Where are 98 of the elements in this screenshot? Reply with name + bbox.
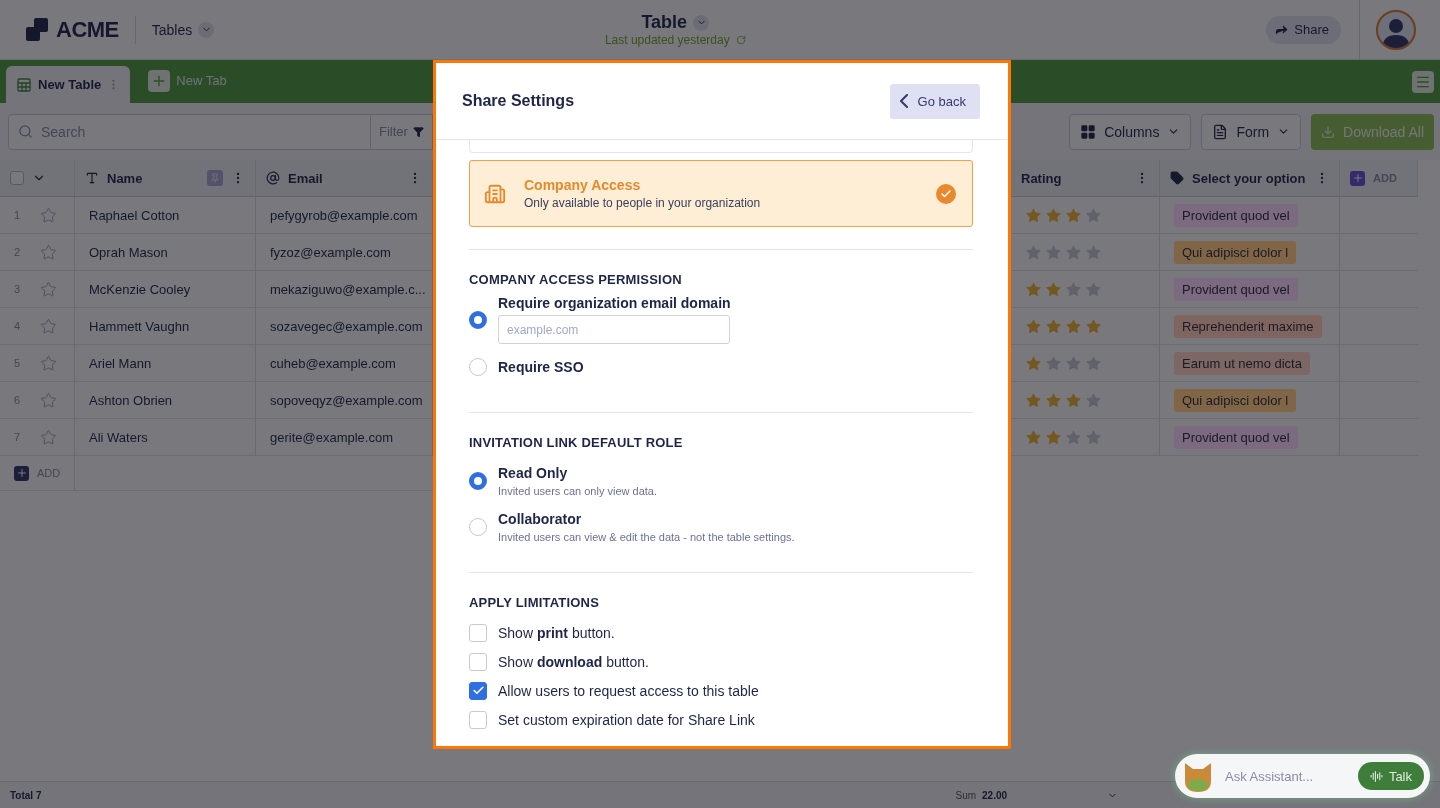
building-icon: [484, 182, 506, 205]
star-rating[interactable]: [1025, 317, 1102, 335]
grid-icon: [16, 76, 32, 93]
go-back-button[interactable]: Go back: [889, 83, 980, 119]
radio-label: Require SSO: [498, 359, 584, 375]
select-all-checkbox[interactable]: [10, 171, 24, 185]
radio-description: Invited users can only view data.: [498, 485, 657, 497]
table-cell: Ali Waters: [75, 419, 256, 456]
sum-label: Sum: [955, 789, 977, 801]
document-icon: [1212, 123, 1229, 140]
toolbar-button[interactable]: Columns: [1069, 113, 1192, 150]
option-card[interactable]: [469, 140, 973, 153]
radio-label: Read Only: [498, 465, 569, 481]
column-header[interactable]: Select your option: [1160, 160, 1340, 197]
radio-description: Invited users can view & edit the data - not the table settings.: [498, 531, 795, 543]
star-rating[interactable]: [1025, 280, 1102, 298]
radio-button[interactable]: [469, 310, 487, 329]
plus-icon: [148, 69, 171, 92]
plus-icon: [14, 465, 29, 481]
table-cell: Ariel Mann: [75, 345, 256, 382]
grid-icon: [1080, 123, 1097, 140]
radio-button[interactable]: [469, 518, 487, 536]
checkbox-label: Show print button.: [498, 624, 615, 641]
star-rating[interactable]: [1025, 391, 1102, 409]
radio-label: Collaborator: [498, 511, 583, 527]
star-rating[interactable]: [1025, 206, 1102, 224]
star-icon[interactable]: [40, 317, 57, 335]
option-description: Only available to people in your organization: [524, 196, 762, 210]
chevron-left-icon: [899, 94, 908, 108]
option-tag: Earum ut nemo dicta: [1174, 351, 1310, 375]
tab[interactable]: New Table: [6, 66, 131, 103]
star-icon[interactable]: [40, 243, 57, 261]
option-tag: Qui adipisci dolor l: [1174, 240, 1297, 264]
star-rating[interactable]: [1025, 243, 1102, 261]
filter-icon: [412, 125, 424, 138]
plus-icon: [1350, 170, 1365, 186]
section-heading: APPLY LIMITATIONS: [469, 595, 601, 610]
section-heading: INVITATION LINK DEFAULT ROLE: [469, 435, 684, 450]
tag-icon: [1170, 171, 1184, 185]
logo-text: ACME: [56, 16, 119, 43]
chevron-down-icon[interactable]: [198, 21, 215, 38]
dialog-title: Share Settings: [462, 92, 575, 110]
talk-button[interactable]: Talk: [1357, 762, 1424, 790]
share-button[interactable]: Share: [1266, 15, 1341, 44]
radio-button[interactable]: [469, 358, 487, 376]
at-sign-icon: [266, 171, 280, 185]
column-header[interactable]: Email: [256, 160, 433, 197]
search-icon: [18, 123, 33, 139]
section-heading: COMPANY ACCESS PERMISSION: [469, 272, 683, 287]
menu-icon[interactable]: [1412, 70, 1434, 93]
option-tag: Provident quod vel: [1174, 425, 1298, 449]
access-option-card[interactable]: Company Access Only available to people in your organization: [469, 160, 973, 227]
chevron-down-icon[interactable]: [693, 14, 710, 31]
option-tag: Reprehenderit maxime: [1174, 314, 1322, 338]
checkbox[interactable]: [469, 652, 487, 671]
star-rating[interactable]: [1025, 354, 1102, 372]
option-tag: Provident quod vel: [1174, 203, 1298, 227]
check-icon: [936, 183, 956, 204]
star-icon[interactable]: [40, 391, 57, 409]
checkbox[interactable]: [469, 710, 487, 729]
avatar[interactable]: [1376, 9, 1416, 50]
star-icon[interactable]: [40, 280, 57, 298]
sum-value: 22.00: [982, 789, 1008, 801]
table-cell: Oprah Mason: [75, 234, 256, 271]
checkbox[interactable]: [469, 681, 487, 700]
option-tag: Provident quod vel: [1174, 277, 1298, 301]
column-header[interactable]: Rating: [1011, 160, 1160, 197]
domain-input-field[interactable]: example.com: [498, 315, 730, 344]
checkbox[interactable]: [469, 623, 487, 642]
audio-lines-icon: [1369, 769, 1383, 783]
star-icon[interactable]: [40, 206, 57, 224]
download-icon: [1321, 124, 1336, 139]
star-icon[interactable]: [40, 354, 57, 372]
refresh-icon[interactable]: [735, 35, 746, 45]
option-tag: Qui adipisci dolor l: [1174, 388, 1297, 412]
table-title: Table: [641, 12, 688, 33]
toolbar-button[interactable]: Form: [1201, 113, 1302, 150]
radio-label: Require organization email domain: [498, 295, 731, 311]
star-icon[interactable]: [40, 428, 57, 446]
table-cell: McKenzie Cooley: [75, 271, 256, 308]
table-cell: Hammett Vaughn: [75, 308, 256, 345]
star-rating[interactable]: [1025, 428, 1102, 446]
check-icon: [471, 684, 485, 697]
last-updated: Last updated yesterday: [604, 33, 730, 47]
checkbox-label: Allow users to request access to this table: [498, 682, 759, 699]
option-title: Company Access: [524, 177, 642, 193]
radio-button[interactable]: [469, 472, 487, 490]
pin-icon[interactable]: [207, 170, 223, 186]
checkbox-label: Set custom expiration date for Share Link: [498, 711, 755, 728]
tables-menu[interactable]: Tables: [151, 21, 215, 38]
text-type-icon: [85, 171, 99, 185]
table-cell: Ashton Obrien: [75, 382, 256, 419]
checkbox-label: Show download button.: [498, 653, 649, 670]
total-count: Total 7: [9, 789, 43, 801]
tab[interactable]: New Tab: [138, 62, 237, 99]
column-header[interactable]: Name: [75, 160, 256, 197]
table-cell: Raphael Cotton: [75, 197, 256, 234]
assistant-bar[interactable]: Ask Assistant... Talk: [1175, 754, 1430, 798]
